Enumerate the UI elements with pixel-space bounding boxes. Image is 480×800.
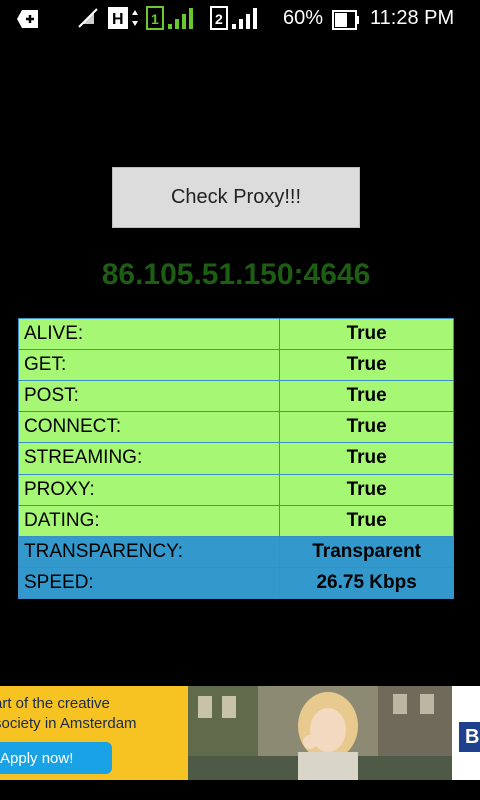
row-value: True [279,504,454,537]
table-row: ALIVE: True [17,317,454,351]
mute-icon [78,8,98,28]
battery-icon [332,10,359,30]
row-label: STREAMING: [17,442,281,475]
row-value: True [279,380,454,413]
results-table: ALIVE: True GET: True POST: True CONNECT… [17,317,454,600]
network-type-label: H [112,11,124,28]
clock: 11:28 PM [370,7,455,29]
row-label: SPEED: [17,566,281,600]
ad-line-1: art of the creative [0,695,110,712]
table-row: CONNECT: True [17,411,454,444]
proxy-address: 86.105.51.150:4646 [101,258,371,291]
row-label: TRANSPARENCY: [17,535,281,568]
row-value: True [279,317,454,351]
status-bar: H 1 2 60% 11:28 PM [0,0,480,38]
sim2-label: 2 [215,11,223,27]
table-row: GET: True [17,349,454,382]
check-proxy-button[interactable]: Check Proxy!!! [112,167,360,228]
row-value: True [279,349,454,382]
table-row: STREAMING: True [17,442,454,475]
row-label: DATING: [17,504,281,537]
row-label: CONNECT: [17,411,281,444]
ad-logo-panel: B [452,686,480,780]
table-row: PROXY: True [17,473,454,506]
row-value: True [279,442,454,475]
row-label: PROXY: [17,473,281,506]
apply-now-button[interactable]: Apply now! [0,742,112,774]
table-row: POST: True [17,380,454,413]
ad-line-2: society in Amsterdam [0,715,137,732]
notification-icon [17,10,38,28]
row-value: True [279,411,454,444]
row-value: 26.75 Kbps [279,566,454,600]
sim1-label: 1 [151,11,159,27]
row-value: Transparent [279,535,454,568]
row-value: True [279,473,454,506]
table-row: SPEED: 26.75 Kbps [17,566,454,600]
ad-banner[interactable]: art of the creative society in Amsterdam… [0,686,480,780]
ad-text-panel: art of the creative society in Amsterdam… [0,686,188,780]
row-label: POST: [17,380,281,413]
sim1-signal-icon: 1 [146,6,193,30]
ad-logo: B [459,722,480,752]
ad-photo-image [188,686,452,780]
row-label: GET: [17,349,281,382]
row-label: ALIVE: [17,317,281,351]
table-row: DATING: True [17,504,454,537]
sim2-signal-icon: 2 [210,6,257,30]
table-row: TRANSPARENCY: Transparent [17,535,454,568]
battery-percent: 60% [283,7,324,29]
network-type-icon: H [108,7,138,29]
